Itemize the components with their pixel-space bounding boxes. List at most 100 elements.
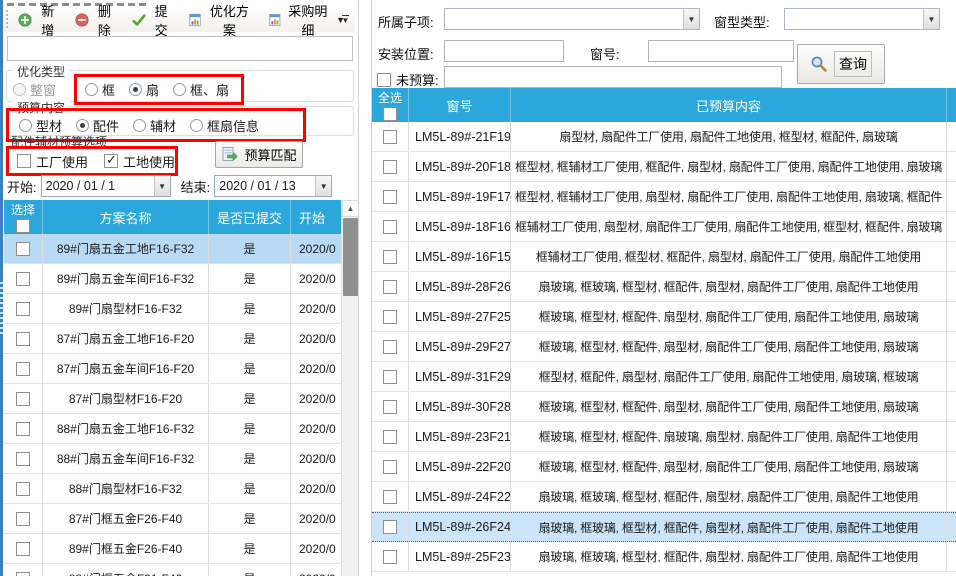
- checkbox-icon[interactable]: [16, 272, 30, 286]
- checkbox-icon[interactable]: [16, 482, 30, 496]
- radio-icon[interactable]: [19, 119, 32, 132]
- checkbox-icon[interactable]: [383, 430, 397, 444]
- budget-table-row[interactable]: LM5L-89#-20F18框型材, 框辅材工厂使用, 框配件, 扇型材, 扇配…: [372, 152, 956, 182]
- row-select-cell[interactable]: [372, 482, 408, 511]
- row-select-cell[interactable]: [372, 242, 408, 271]
- row-select-cell[interactable]: [4, 534, 42, 563]
- checkbox-icon[interactable]: [383, 130, 397, 144]
- budget-match-button[interactable]: 预算匹配: [215, 141, 303, 168]
- budget-table-row[interactable]: LM5L-89#-19F17框型材, 框辅材工厂使用, 扇型材, 扇配件工厂使用…: [372, 182, 956, 212]
- start-date-picker[interactable]: 2020 / 01 / 1 ▼: [41, 175, 171, 197]
- row-select-cell[interactable]: [4, 324, 42, 353]
- radio-icon-selected[interactable]: [76, 119, 89, 132]
- radio-icon[interactable]: [133, 119, 146, 132]
- budget-table-row[interactable]: LM5L-89#-18F16框辅材工厂使用, 扇型材, 扇配件工厂使用, 扇配件…: [372, 212, 956, 242]
- plan-table-scrollbar[interactable]: ▲: [341, 200, 358, 576]
- query-button[interactable]: 查询: [797, 44, 885, 84]
- budget-table-row[interactable]: LM5L-89#-29F27框玻璃, 框型材, 框配件, 扇型材, 扇配件工厂使…: [372, 332, 956, 362]
- checkbox-checked-icon[interactable]: [104, 154, 118, 168]
- panel-splitter[interactable]: [358, 0, 372, 576]
- radio-profile[interactable]: 型材: [19, 116, 62, 135]
- checkbox-icon[interactable]: [16, 422, 30, 436]
- scrollbar-thumb[interactable]: [343, 218, 358, 296]
- chevron-down-icon[interactable]: ▼: [923, 9, 939, 29]
- row-select-cell[interactable]: [372, 422, 408, 451]
- budget-table-row[interactable]: LM5L-89#-23F21框玻璃, 框型材, 框配件, 扇玻璃, 扇型材, 扇…: [372, 422, 956, 452]
- row-select-cell[interactable]: [372, 182, 408, 211]
- budget-table-row[interactable]: LM5L-89#-27F25框玻璃, 框型材, 框配件, 扇型材, 扇配件工厂使…: [372, 302, 956, 332]
- radio-auxiliary[interactable]: 辅材: [133, 116, 176, 135]
- row-select-cell[interactable]: [4, 414, 42, 443]
- plan-table-row[interactable]: 89#门扇五金工地F16-F32是2020/0: [4, 234, 341, 264]
- budgeted-content-header[interactable]: 已预算内容: [510, 88, 946, 122]
- budget-table-row[interactable]: LM5L-89#-24F22扇玻璃, 框玻璃, 框型材, 框配件, 扇型材, 扇…: [372, 482, 956, 512]
- row-select-cell[interactable]: [4, 354, 42, 383]
- row-select-cell[interactable]: [4, 444, 42, 473]
- checkbox-icon[interactable]: [16, 302, 30, 316]
- checkbox-icon[interactable]: [383, 400, 397, 414]
- row-select-cell[interactable]: [372, 513, 408, 541]
- row-select-cell[interactable]: [372, 332, 408, 361]
- radio-icon[interactable]: [85, 83, 98, 96]
- checkbox-icon[interactable]: [16, 242, 30, 256]
- checkbox-icon[interactable]: [383, 220, 397, 234]
- plan-table-row[interactable]: 87#门框五金F26-F40是2020/0: [4, 504, 341, 534]
- checkbox-icon[interactable]: [383, 520, 397, 534]
- row-select-cell[interactable]: [372, 362, 408, 391]
- select-all-checkbox[interactable]: [383, 107, 397, 121]
- window-no-input[interactable]: [648, 40, 794, 62]
- plan-filter-input[interactable]: [7, 36, 353, 61]
- budget-table-row[interactable]: LM5L-89#-16F15框辅材工厂使用, 框型材, 框配件, 扇型材, 扇配…: [372, 242, 956, 272]
- row-select-cell[interactable]: [4, 504, 42, 533]
- plan-table-row[interactable]: 88#门扇五金车间F16-F32是2020/0: [4, 444, 341, 474]
- select-all-checkbox[interactable]: [16, 219, 30, 233]
- plan-table-row[interactable]: 87#门扇型材F16-F20是2020/0: [4, 384, 341, 414]
- row-select-cell[interactable]: [372, 302, 408, 331]
- row-select-cell[interactable]: [4, 384, 42, 413]
- no-budget-input[interactable]: [444, 66, 782, 88]
- row-select-cell[interactable]: [4, 264, 42, 293]
- plan-table-row[interactable]: 87#门扇五金工地F16-F20是2020/0: [4, 324, 341, 354]
- radio-frame-sash[interactable]: 框、扇: [173, 80, 229, 99]
- sub-item-select[interactable]: ▼: [444, 8, 700, 30]
- row-select-cell[interactable]: [4, 564, 42, 576]
- checkbox-icon[interactable]: [383, 340, 397, 354]
- checkbox-icon[interactable]: [16, 362, 30, 376]
- checkbox-icon[interactable]: [383, 490, 397, 504]
- plan-table-row[interactable]: 88#门扇型材F16-F32是2020/0: [4, 474, 341, 504]
- budget-table-row[interactable]: LM5L-89#-25F23扇玻璃, 框玻璃, 框型材, 框配件, 扇型材, 扇…: [372, 542, 956, 572]
- row-select-cell[interactable]: [4, 474, 42, 503]
- checkbox-icon[interactable]: [16, 452, 30, 466]
- window-no-header[interactable]: 窗号: [408, 88, 510, 122]
- checkbox-icon[interactable]: [17, 154, 31, 168]
- plan-name-header[interactable]: 方案名称: [42, 200, 208, 234]
- row-select-cell[interactable]: [4, 234, 42, 263]
- plan-table-row[interactable]: 89#门扇五金车间F16-F32是2020/0: [4, 264, 341, 294]
- budget-table-row[interactable]: LM5L-89#-28F26扇玻璃, 框玻璃, 框型材, 框配件, 扇型材, 扇…: [372, 272, 956, 302]
- radio-accessory[interactable]: 配件: [76, 116, 119, 135]
- checkbox-icon[interactable]: [383, 190, 397, 204]
- radio-frame[interactable]: 框: [85, 80, 115, 99]
- checkbox-icon[interactable]: [383, 250, 397, 264]
- chevron-down-icon[interactable]: ▼: [315, 176, 331, 196]
- radio-icon[interactable]: [190, 119, 203, 132]
- row-select-cell[interactable]: [372, 542, 408, 571]
- no-budget-checkbox[interactable]: 未预算:: [377, 70, 439, 89]
- chevron-down-icon[interactable]: ▼: [154, 176, 170, 196]
- checkbox-icon[interactable]: [383, 310, 397, 324]
- start-header[interactable]: 开始: [290, 200, 341, 234]
- checkbox-site-use[interactable]: 工地使用: [104, 152, 175, 171]
- scroll-up-arrow-icon[interactable]: ▲: [342, 200, 358, 217]
- end-date-picker[interactable]: 2020 / 01 / 13 ▼: [214, 175, 332, 197]
- row-select-cell[interactable]: [372, 152, 408, 181]
- plan-table-row[interactable]: 88#门框五金F21-F40是2020/0: [4, 564, 341, 576]
- checkbox-icon[interactable]: [383, 160, 397, 174]
- checkbox-icon[interactable]: [16, 542, 30, 556]
- row-select-cell[interactable]: [372, 122, 408, 151]
- row-select-cell[interactable]: [372, 392, 408, 421]
- checkbox-icon[interactable]: [16, 332, 30, 346]
- budget-table-row[interactable]: LM5L-89#-26F24扇玻璃, 框玻璃, 框型材, 框配件, 扇型材, 扇…: [372, 512, 956, 542]
- install-position-input[interactable]: [444, 40, 564, 62]
- budget-table-row[interactable]: LM5L-89#-21F19扇型材, 扇配件工厂使用, 扇配件工地使用, 框型材…: [372, 122, 956, 152]
- plan-table-row[interactable]: 88#门扇五金工地F16-F32是2020/0: [4, 414, 341, 444]
